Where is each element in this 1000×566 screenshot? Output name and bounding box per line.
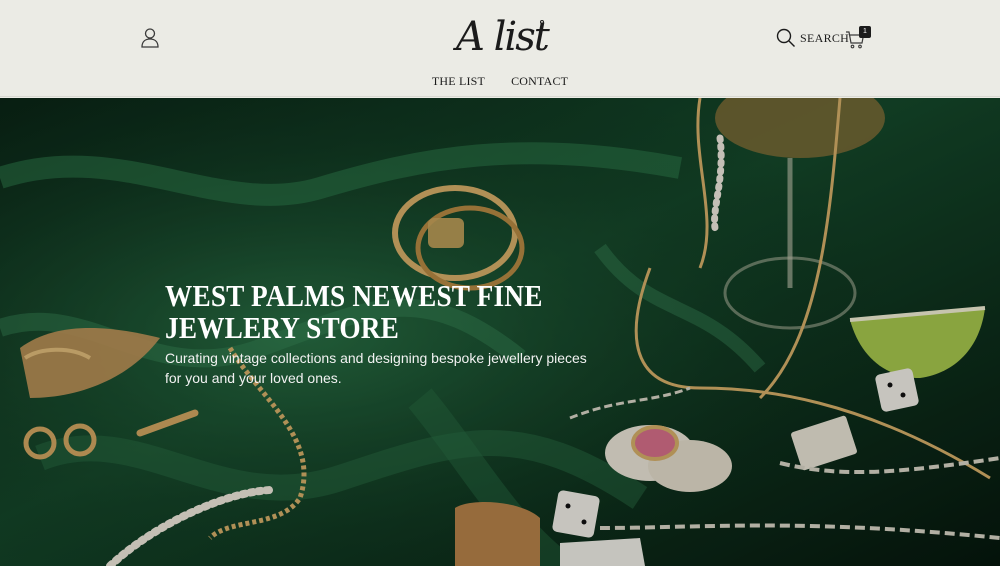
account-button[interactable] <box>140 27 160 49</box>
hero-banner: WEST PALMS NEWEST FINE JEWLERY STORE Cur… <box>0 98 1000 566</box>
search-label: SEARCH <box>800 30 850 45</box>
logo-trademark-mark <box>540 20 544 24</box>
search-icon <box>776 28 795 47</box>
site-logo[interactable]: A list <box>456 12 550 62</box>
search-button[interactable]: SEARCH <box>776 27 849 49</box>
user-icon <box>141 28 159 48</box>
logo-text: A list <box>456 14 550 60</box>
cart-count-badge: 1 <box>859 26 871 38</box>
nav-item-contact[interactable]: CONTACT <box>511 74 568 89</box>
hero-title: WEST PALMS NEWEST FINE JEWLERY STORE <box>165 278 543 345</box>
nav-item-the-list[interactable]: THE LIST <box>432 74 485 89</box>
site-header: A list SEARCH 1 THE LIST CONTACT <box>0 0 1000 97</box>
main-nav: THE LIST CONTACT <box>0 74 1000 89</box>
hero-subtitle: Curating vintage collections and designi… <box>165 350 587 386</box>
cart-button[interactable]: 1 <box>845 26 875 50</box>
